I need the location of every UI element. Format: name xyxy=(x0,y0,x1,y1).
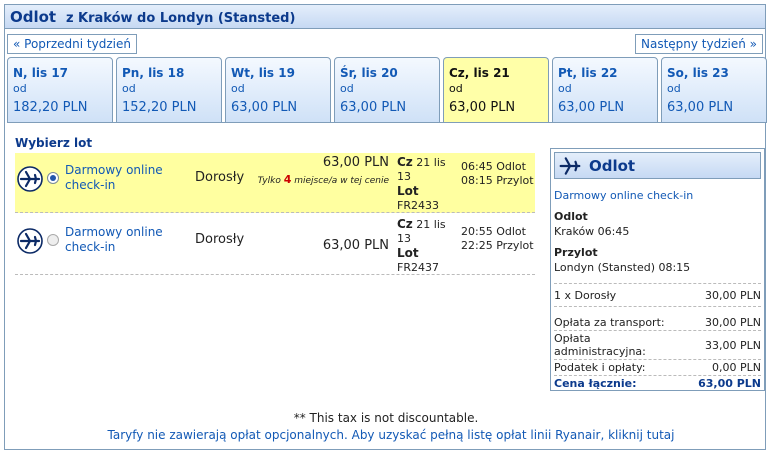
airplane-icon xyxy=(17,166,43,192)
seats-left-count: 4 xyxy=(283,173,292,186)
line-value: 0,00 PLN xyxy=(712,361,761,374)
line-value: 30,00 PLN xyxy=(705,289,761,302)
panel-title: Odlot xyxy=(10,8,57,26)
summary-line-taxes: Podatek i opłaty: 0,00 PLN xyxy=(554,360,761,376)
tab-price: 63,00 PLN xyxy=(558,100,625,115)
summary-line-passenger: 1 x Dorosły 30,00 PLN xyxy=(554,288,761,307)
booking-summary: Odlot Darmowy online check-in Odlot Krak… xyxy=(550,148,765,391)
passenger-type: Dorosły xyxy=(195,170,245,185)
airplane-icon xyxy=(559,157,581,175)
tab-from: od xyxy=(558,82,572,95)
total-label: Cena łącznie: xyxy=(554,377,637,390)
tab-price: 63,00 PLN xyxy=(340,100,407,115)
flight-times: 20:55 Odlot 22:25 Przylot xyxy=(461,225,534,253)
summary-arrival-label: Przylot xyxy=(554,246,598,259)
seats-left-suffix: miejsce/a w tej cenie xyxy=(294,176,389,186)
tab-from: od xyxy=(340,82,354,95)
tab-from: od xyxy=(449,82,463,95)
tab-date: Śr, lis 20 xyxy=(340,66,398,80)
flight-panel: Odlot z Kraków do Londyn (Stansted) « Po… xyxy=(4,4,767,450)
panel-header: Odlot z Kraków do Londyn (Stansted) xyxy=(5,5,765,29)
seats-left-prefix: Tylko xyxy=(257,176,281,186)
date-tab-0[interactable]: N, lis 17 od 182,20 PLN xyxy=(7,57,113,123)
flight-number: FR2433 xyxy=(397,199,439,212)
route-label: z Kraków do Londyn (Stansted) xyxy=(65,11,296,26)
select-flight-title: Wybierz lot xyxy=(15,136,93,150)
tab-from: od xyxy=(667,82,681,95)
tab-date: So, lis 23 xyxy=(667,66,729,80)
flight-label: Lot xyxy=(397,184,419,198)
tab-divider xyxy=(7,122,764,123)
date-tab-3[interactable]: Śr, lis 20 od 63,00 PLN xyxy=(334,57,440,123)
line-value: 33,00 PLN xyxy=(705,338,761,352)
date-tabs: N, lis 17 od 182,20 PLN Pn, lis 18 od 15… xyxy=(7,57,767,123)
tab-price: 152,20 PLN xyxy=(122,100,197,115)
flight-price: 63,00 PLN xyxy=(322,155,389,170)
flight-price: 63,00 PLN xyxy=(322,238,389,253)
line-label: Opłata za transport: xyxy=(554,316,665,329)
next-week-button[interactable]: Następny tydzień » xyxy=(634,34,763,54)
airplane-icon xyxy=(17,228,43,254)
passenger-type: Dorosły xyxy=(195,232,245,247)
summary-line-transport: Opłata za transport: 30,00 PLN xyxy=(554,315,761,331)
line-label: Podatek i opłaty: xyxy=(554,361,646,374)
line-label: Opłata administracyjna: xyxy=(554,332,646,358)
tab-date: Cz, lis 21 xyxy=(449,66,510,80)
arrival-time: 08:15 Przylot xyxy=(461,174,534,187)
tab-price: 63,00 PLN xyxy=(231,100,298,115)
tab-date: Pt, lis 22 xyxy=(558,66,618,80)
departure-time: 06:45 Odlot xyxy=(461,160,526,173)
flight-info: Cz 21 lis 13 Lot FR2433 xyxy=(397,155,457,213)
summary-total: Cena łącznie: 63,00 PLN xyxy=(554,376,761,391)
summary-departure-value: Kraków 06:45 xyxy=(554,225,630,238)
flight-label: Lot xyxy=(397,246,419,260)
flight-info: Cz 21 lis 13 Lot FR2437 xyxy=(397,217,457,275)
total-value: 63,00 PLN xyxy=(698,377,761,390)
flight-row-2[interactable]: Darmowy online check-in Dorosły 63,00 PL… xyxy=(15,215,535,275)
fare-type[interactable]: Darmowy online check-in xyxy=(65,225,175,255)
fare-type[interactable]: Darmowy online check-in xyxy=(65,163,175,193)
date-tab-6[interactable]: So, lis 23 od 63,00 PLN xyxy=(661,57,767,123)
date-tab-5[interactable]: Pt, lis 22 od 63,00 PLN xyxy=(552,57,658,123)
flight-radio[interactable] xyxy=(47,234,59,246)
summary-title: Odlot xyxy=(589,157,636,175)
summary-divider xyxy=(554,274,761,284)
tab-date: Pn, lis 18 xyxy=(122,66,185,80)
tab-from: od xyxy=(13,82,27,95)
flight-radio-selected[interactable] xyxy=(47,172,59,184)
summary-line-admin: Opłata administracyjna: 33,00 PLN xyxy=(554,331,761,360)
tab-price: 63,00 PLN xyxy=(449,100,516,115)
previous-week-button[interactable]: « Poprzedni tydzień xyxy=(7,34,137,54)
tab-price: 182,20 PLN xyxy=(13,100,88,115)
tab-date: Wt, lis 19 xyxy=(231,66,295,80)
flight-day: Cz xyxy=(397,155,413,169)
tax-note: ** This tax is not discountable. xyxy=(293,411,479,425)
line-value: 30,00 PLN xyxy=(705,316,761,329)
tab-date: N, lis 17 xyxy=(13,66,69,80)
fees-link[interactable]: Taryfy nie zawierają opłat opcjonalnych.… xyxy=(5,428,770,442)
flight-number: FR2437 xyxy=(397,261,439,274)
flight-day: Cz xyxy=(397,217,413,231)
flight-times: 06:45 Odlot 08:15 Przylot xyxy=(461,160,534,188)
date-tab-2[interactable]: Wt, lis 19 od 63,00 PLN xyxy=(225,57,331,123)
tab-from: od xyxy=(122,82,136,95)
seats-left-note: Tylko 4 miejsce/a w tej cenie xyxy=(255,172,389,189)
departure-time: 20:55 Odlot xyxy=(461,225,526,238)
line-label: 1 x Dorosły xyxy=(554,289,617,302)
flight-row-1[interactable]: Darmowy online check-in Dorosły 63,00 PL… xyxy=(15,153,535,213)
summary-fare: Darmowy online check-in xyxy=(554,189,694,202)
tab-price: 63,00 PLN xyxy=(667,100,734,115)
summary-arrival-value: Londyn (Stansted) 08:15 xyxy=(554,261,691,274)
date-tab-1[interactable]: Pn, lis 18 od 152,20 PLN xyxy=(116,57,222,123)
summary-header: Odlot xyxy=(554,152,761,179)
summary-departure-label: Odlot xyxy=(554,210,588,223)
tab-from: od xyxy=(231,82,245,95)
date-tab-4-selected[interactable]: Cz, lis 21 od 63,00 PLN xyxy=(443,57,549,123)
arrival-time: 22:25 Przylot xyxy=(461,239,534,252)
